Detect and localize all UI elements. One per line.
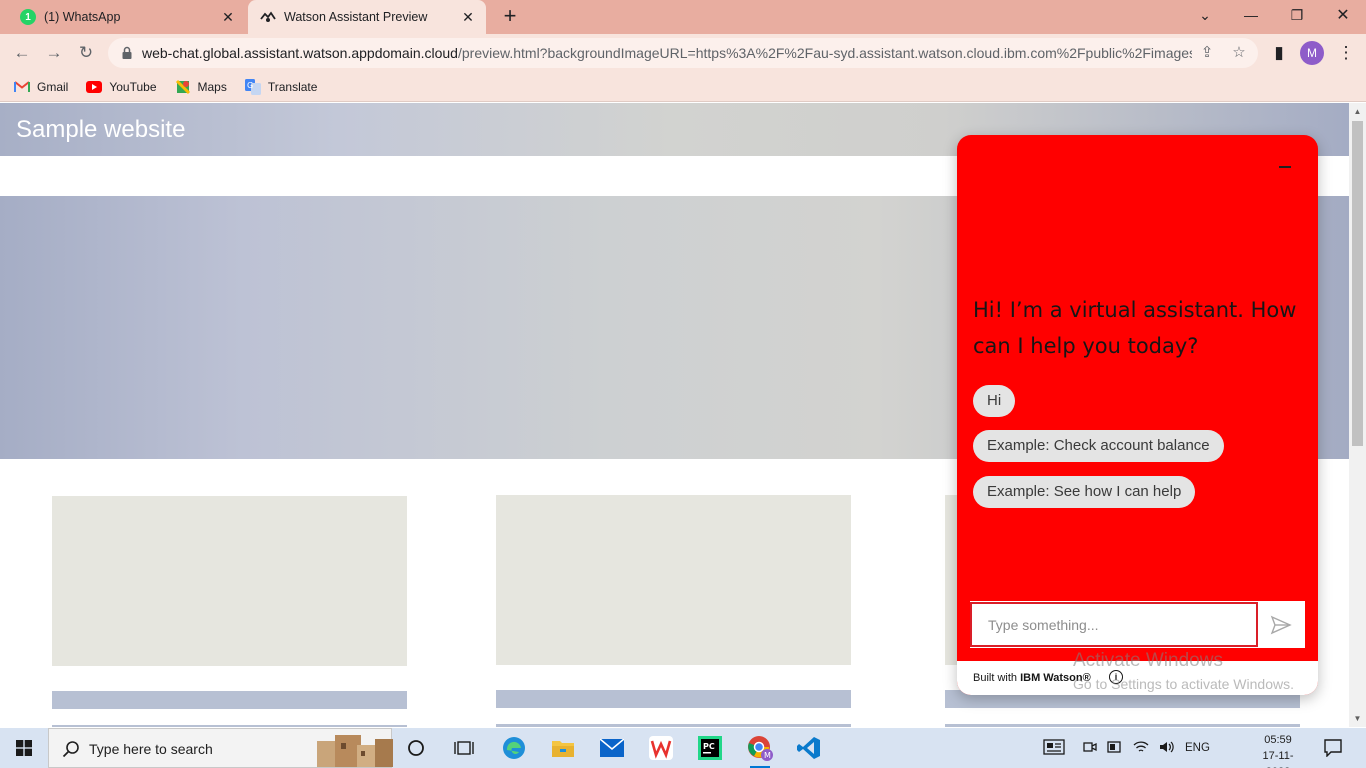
watson-favicon-icon [260, 9, 276, 25]
svg-text:PC: PC [703, 742, 715, 751]
new-tab-button[interactable]: + [498, 5, 522, 29]
tab-title: Watson Assistant Preview [284, 10, 428, 24]
maps-icon [175, 79, 191, 95]
activate-windows-watermark: Activate Windows Go to Settings to activ… [1073, 650, 1294, 692]
battery-icon[interactable] [1107, 740, 1123, 757]
scroll-up-icon[interactable]: ▲ [1353, 107, 1362, 116]
close-window-button[interactable]: ✕ [1320, 0, 1366, 30]
suggestion-chip-hi[interactable]: Hi [973, 385, 1016, 417]
close-tab-icon[interactable]: ✕ [220, 9, 236, 25]
suggestion-chip-check-balance[interactable]: Example: Check account balance [973, 430, 1224, 462]
notifications-icon[interactable] [1318, 734, 1348, 762]
forward-arrow-icon[interactable]: → [41, 40, 67, 66]
bookmark-maps[interactable]: Maps [175, 79, 227, 95]
mail-icon[interactable] [597, 734, 627, 762]
tab-watson-preview[interactable]: Watson Assistant Preview ✕ [248, 0, 486, 34]
menu-kebab-icon[interactable]: ⋮ [1333, 40, 1359, 66]
bookmarks-bar: Gmail YouTube Maps G Translate [0, 72, 1366, 102]
windows-taskbar: Type here to search PC M ENG 05:59 17-11… [0, 728, 1366, 768]
meet-now-icon[interactable] [1083, 740, 1097, 757]
taskbar-search-placeholder: Type here to search [89, 741, 213, 757]
vscode-icon[interactable] [794, 734, 824, 762]
cortana-icon[interactable] [401, 734, 431, 762]
bookmark-star-icon[interactable]: ☆ [1230, 44, 1248, 62]
svg-text:M: M [764, 751, 771, 760]
share-icon[interactable]: ⇪ [1198, 44, 1216, 62]
content-bar [945, 724, 1300, 727]
edge-browser-icon[interactable] [499, 734, 529, 762]
tab-strip: 1 (1) WhatsApp ✕ Watson Assistant Previe… [0, 0, 1366, 34]
task-view-icon[interactable] [449, 734, 479, 762]
bookmark-translate[interactable]: G Translate [244, 78, 317, 95]
chrome-icon[interactable]: M [745, 734, 775, 768]
content-bar [496, 690, 851, 708]
url-text: web-chat.global.assistant.watson.appdoma… [142, 45, 1192, 61]
profile-avatar[interactable]: M [1300, 41, 1324, 65]
content-bar [496, 724, 851, 727]
taskbar-search-box[interactable]: Type here to search [48, 728, 393, 768]
chat-greeting: Hi! I’m a virtual assistant. How can I h… [973, 298, 1297, 358]
whatsapp-icon: 1 [20, 9, 36, 25]
search-icon [62, 741, 79, 758]
minimize-chat-icon[interactable] [1279, 161, 1293, 173]
lock-icon [122, 46, 132, 59]
browser-toolbar: ← → ↻ web-chat.global.assistant.watson.a… [0, 34, 1366, 72]
windows-start-button[interactable] [0, 728, 48, 768]
side-panel-icon[interactable]: ▮ [1266, 40, 1292, 66]
search-highlight-art-icon [317, 735, 393, 767]
system-tray: ENG [1043, 728, 1216, 768]
bookmark-youtube[interactable]: YouTube [86, 79, 157, 95]
reload-icon[interactable]: ↻ [73, 40, 99, 66]
file-explorer-icon[interactable] [548, 734, 578, 762]
address-bar[interactable]: web-chat.global.assistant.watson.appdoma… [108, 38, 1258, 68]
scroll-down-icon[interactable]: ▼ [1353, 714, 1362, 723]
content-bar [52, 725, 407, 727]
windows-logo-icon [16, 740, 32, 756]
wps-office-icon[interactable] [646, 734, 676, 762]
bookmark-gmail[interactable]: Gmail [14, 79, 68, 95]
content-card [496, 495, 851, 665]
gmail-icon [14, 79, 30, 95]
scrollbar-thumb[interactable] [1352, 121, 1363, 446]
language-indicator[interactable]: ENG [1185, 742, 1210, 754]
close-tab-icon[interactable]: ✕ [460, 9, 476, 25]
volume-icon[interactable] [1159, 740, 1175, 757]
youtube-icon [86, 79, 103, 95]
tab-title: (1) WhatsApp [44, 10, 121, 24]
send-icon[interactable] [1270, 614, 1292, 636]
minimize-window-button[interactable]: — [1228, 0, 1274, 30]
tab-search-chevron-icon[interactable]: ⌄ [1182, 0, 1228, 30]
clock-time: 05:59 [1264, 734, 1292, 746]
tab-whatsapp[interactable]: 1 (1) WhatsApp ✕ [8, 0, 246, 34]
chat-input-area [970, 601, 1305, 648]
chat-message-input[interactable] [970, 602, 1258, 647]
clock-date: 17-11-2022 [1262, 750, 1294, 768]
svg-text:G: G [247, 81, 253, 90]
back-arrow-icon[interactable]: ← [9, 40, 35, 66]
taskbar-clock[interactable]: 05:59 17-11-2022 [1258, 732, 1298, 768]
page-scrollbar[interactable]: ▲ ▼ [1349, 103, 1366, 727]
restore-window-button[interactable]: ❐ [1274, 0, 1320, 30]
pycharm-icon[interactable]: PC [695, 734, 725, 762]
suggestion-chip-see-help[interactable]: Example: See how I can help [973, 476, 1196, 508]
chat-widget: Hi! I’m a virtual assistant. How can I h… [957, 135, 1318, 695]
news-widget-icon[interactable] [1043, 738, 1065, 758]
content-bar [52, 691, 407, 709]
content-card [52, 496, 407, 666]
site-title: Sample website [16, 116, 186, 143]
translate-icon: G [244, 78, 261, 95]
wifi-icon[interactable] [1133, 740, 1149, 757]
